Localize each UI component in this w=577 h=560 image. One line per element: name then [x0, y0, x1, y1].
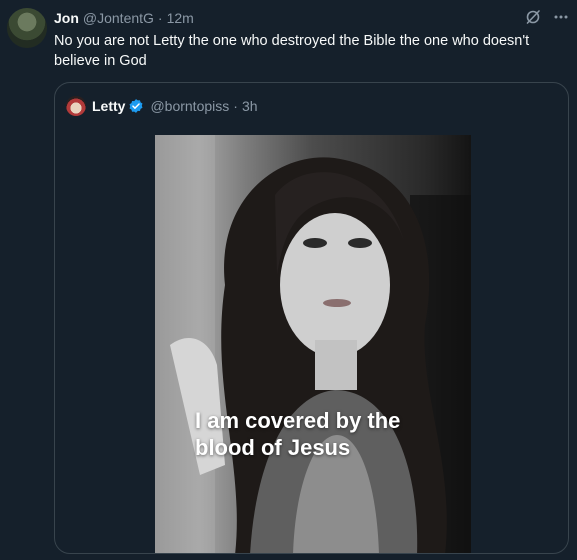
- separator-dot: ·: [233, 98, 238, 114]
- image-caption: I am covered by the blood of Jesus: [195, 408, 401, 460]
- verified-badge-icon: [129, 99, 143, 113]
- quoted-author-handle[interactable]: @borntopiss: [150, 98, 229, 114]
- tweet-actions-top: [524, 8, 570, 26]
- author-name[interactable]: Jon: [54, 10, 79, 26]
- separator-dot: ·: [157, 10, 163, 26]
- more-icon[interactable]: [552, 8, 570, 26]
- tweet-timestamp[interactable]: 12m: [167, 10, 194, 26]
- quoted-tweet-photo[interactable]: I am covered by the blood of Jesus: [155, 135, 471, 553]
- tweet-header: Jon @JontentG · 12m: [54, 9, 194, 27]
- author-handle[interactable]: @JontentG: [83, 10, 154, 26]
- quoted-author-avatar[interactable]: [66, 96, 86, 116]
- quoted-tweet-header: Letty @borntopiss · 3h: [66, 96, 258, 116]
- quoted-tweet[interactable]: Letty @borntopiss · 3h I am covered by t…: [54, 82, 569, 554]
- photo-illustration: [155, 135, 471, 553]
- grok-icon[interactable]: [524, 8, 542, 26]
- tweet-text: No you are not Letty the one who destroy…: [54, 33, 530, 69]
- tweet[interactable]: Jon @JontentG · 12m No you are not Letty…: [0, 0, 577, 560]
- quoted-tweet-timestamp[interactable]: 3h: [242, 98, 258, 114]
- author-avatar[interactable]: [7, 8, 47, 48]
- quoted-author-name[interactable]: Letty: [92, 98, 125, 114]
